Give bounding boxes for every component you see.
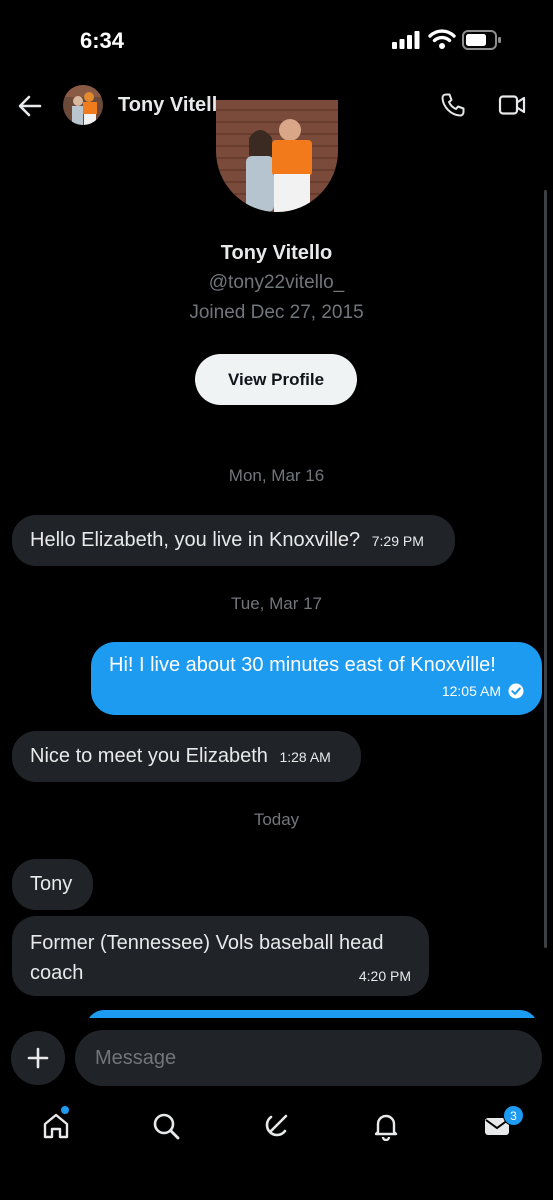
message-incoming[interactable]: Former (Tennessee) Vols baseball head co… [12, 916, 429, 996]
message-timestamp: 4:20 PM [358, 968, 411, 984]
message-timestamp: 7:29 PM [371, 533, 424, 549]
message-text: Hi! I live about 30 minutes east of Knox… [109, 654, 496, 676]
message-text: Tony [30, 873, 73, 895]
message-incoming[interactable]: Tony [12, 859, 93, 910]
profile-joined-date: Joined Dec 27, 2015 [189, 302, 364, 323]
date-separator: Mon, Mar 16 [228, 466, 325, 485]
header-name[interactable]: Tony Vitello [118, 94, 230, 117]
home-icon [43, 1113, 69, 1139]
phone-icon[interactable] [440, 92, 466, 118]
profile-handle: @tony22vitello_ [208, 272, 345, 293]
tab-search[interactable] [148, 1108, 184, 1144]
message-text: Nice to meet you Elizabeth [30, 745, 268, 767]
header-avatar[interactable] [63, 85, 103, 125]
message-incoming[interactable]: Nice to meet you Elizabeth 1:28 AM [12, 731, 361, 782]
message-input[interactable] [75, 1030, 542, 1086]
tab-home[interactable] [38, 1108, 74, 1144]
tab-notifications[interactable] [368, 1108, 404, 1144]
profile-name: Tony Vitello [220, 242, 333, 264]
bell-icon [374, 1114, 398, 1141]
tab-grok[interactable] [258, 1108, 294, 1144]
read-check-icon [508, 683, 524, 699]
scrollbar[interactable] [544, 190, 547, 948]
wifi-icon [428, 29, 456, 49]
add-attachment-button[interactable] [11, 1031, 65, 1085]
notification-dot [61, 1106, 69, 1114]
date-separator: Today [253, 810, 300, 829]
messages-badge: 3 [503, 1105, 524, 1126]
message-incoming[interactable]: Hello Elizabeth, you live in Knoxville? … [12, 515, 455, 566]
date-separator: Tue, Mar 17 [230, 594, 323, 613]
signal-icon [392, 31, 420, 49]
message-text: Former (Tennessee) Vols baseball head co… [30, 932, 384, 984]
video-call-icon[interactable] [498, 93, 526, 117]
search-icon [153, 1113, 180, 1140]
message-timestamp: 12:05 AM [441, 683, 501, 699]
view-profile-button[interactable]: View Profile [195, 354, 357, 405]
back-arrow-icon[interactable] [16, 92, 44, 120]
status-time: 6:34 [80, 28, 125, 53]
message-text: Hello Elizabeth, you live in Knoxville? [30, 529, 361, 551]
plus-icon [27, 1047, 49, 1069]
profile-avatar[interactable] [216, 100, 338, 212]
grok-icon [265, 1114, 288, 1137]
message-outgoing[interactable]: Hi! I live about 30 minutes east of Knox… [91, 642, 542, 715]
message-timestamp: 1:28 AM [279, 749, 331, 765]
battery-icon [462, 30, 501, 50]
